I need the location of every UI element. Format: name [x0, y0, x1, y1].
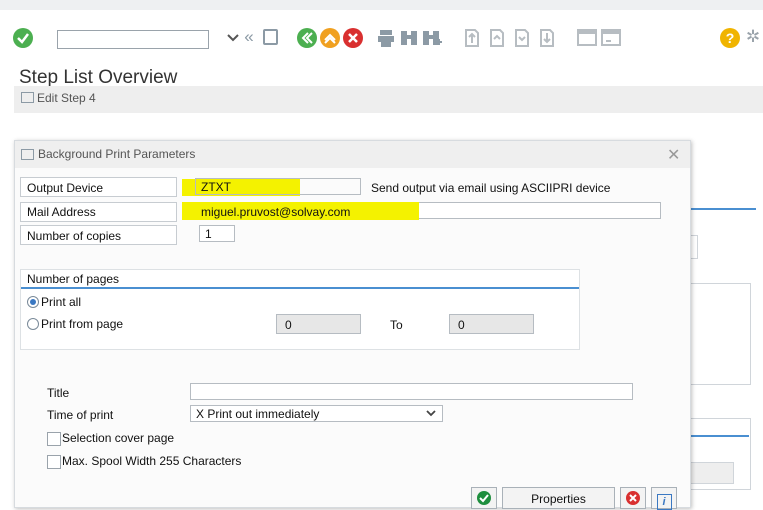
- toolbar-top-strip: [0, 0, 763, 10]
- settings-icon[interactable]: ✲: [742, 27, 763, 47]
- chevron-down-icon[interactable]: [426, 406, 436, 426]
- number-of-pages-group: Number of pages Print all Print from pag…: [20, 269, 580, 350]
- new-session-icon[interactable]: [577, 29, 597, 50]
- background-field-lower: [689, 462, 734, 484]
- background-section-line: [689, 208, 756, 210]
- spool-width-checkbox[interactable]: [47, 455, 61, 469]
- enter-icon[interactable]: [13, 28, 33, 48]
- copies-field[interactable]: 1: [199, 225, 235, 242]
- output-device-note: Send output via email using ASCIIPRI dev…: [371, 181, 611, 195]
- copies-label: Number of copies: [27, 229, 122, 243]
- title-field[interactable]: [190, 383, 633, 400]
- mail-address-value: miguel.pruvost@solvay.com: [201, 205, 351, 219]
- last-page-icon[interactable]: [537, 28, 557, 51]
- cover-page-label: Selection cover page: [62, 431, 175, 445]
- nav-back-icon[interactable]: [297, 28, 317, 48]
- prev-page-icon[interactable]: [487, 28, 507, 51]
- time-of-print-label: Time of print: [47, 408, 114, 422]
- edit-step-button[interactable]: Edit Step 4: [21, 91, 96, 105]
- command-field[interactable]: [57, 30, 209, 49]
- edit-icon: [21, 92, 34, 103]
- spool-width-label: Max. Spool Width 255 Characters: [62, 454, 242, 468]
- exit-icon[interactable]: [320, 28, 340, 48]
- save-icon[interactable]: [263, 29, 278, 45]
- to-label: To: [390, 318, 403, 332]
- next-page-icon[interactable]: [512, 28, 532, 51]
- application-toolbar: [14, 86, 763, 113]
- check-icon: [477, 491, 491, 505]
- background-panel: [689, 283, 751, 385]
- find-next-icon[interactable]: [422, 28, 442, 51]
- output-device-label: Output Device: [27, 181, 104, 195]
- find-icon[interactable]: [400, 28, 418, 51]
- print-from-radio[interactable]: [27, 318, 39, 330]
- print-all-radio[interactable]: [27, 296, 39, 308]
- cancel-icon: [626, 491, 640, 505]
- close-icon[interactable]: ✕: [667, 145, 680, 165]
- title-label: Title: [47, 386, 70, 400]
- print-from-label: Print from page: [41, 317, 124, 331]
- print-parameters-dialog: Background Print Parameters ✕ Output Dev…: [14, 140, 691, 510]
- print-all-label: Print all: [41, 295, 82, 309]
- edit-step-label: Edit Step: [37, 91, 86, 105]
- edit-step-number: 4: [89, 91, 96, 105]
- dialog-title: Background Print Parameters: [38, 147, 196, 161]
- output-device-field[interactable]: ZTXT: [195, 178, 361, 195]
- pages-group-title: Number of pages: [27, 272, 120, 286]
- print-icon[interactable]: [377, 28, 395, 51]
- time-of-print-select[interactable]: X Print out immediately: [190, 405, 443, 422]
- first-page-icon[interactable]: [462, 28, 482, 51]
- double-back-icon[interactable]: «: [238, 27, 260, 47]
- mail-address-label: Mail Address: [27, 205, 96, 219]
- dialog-icon: [21, 149, 34, 160]
- cover-page-checkbox[interactable]: [47, 432, 61, 446]
- info-icon: i: [656, 494, 672, 510]
- shortcut-icon[interactable]: [601, 29, 621, 50]
- help-icon[interactable]: ?: [720, 28, 740, 48]
- group-header-line: [21, 287, 579, 289]
- background-section-line-lower: [689, 435, 749, 437]
- from-page-field[interactable]: 0: [276, 314, 361, 334]
- time-of-print-value: X Print out immediately: [196, 407, 320, 421]
- to-page-field[interactable]: 0: [449, 314, 534, 334]
- cancel-icon[interactable]: [343, 28, 363, 48]
